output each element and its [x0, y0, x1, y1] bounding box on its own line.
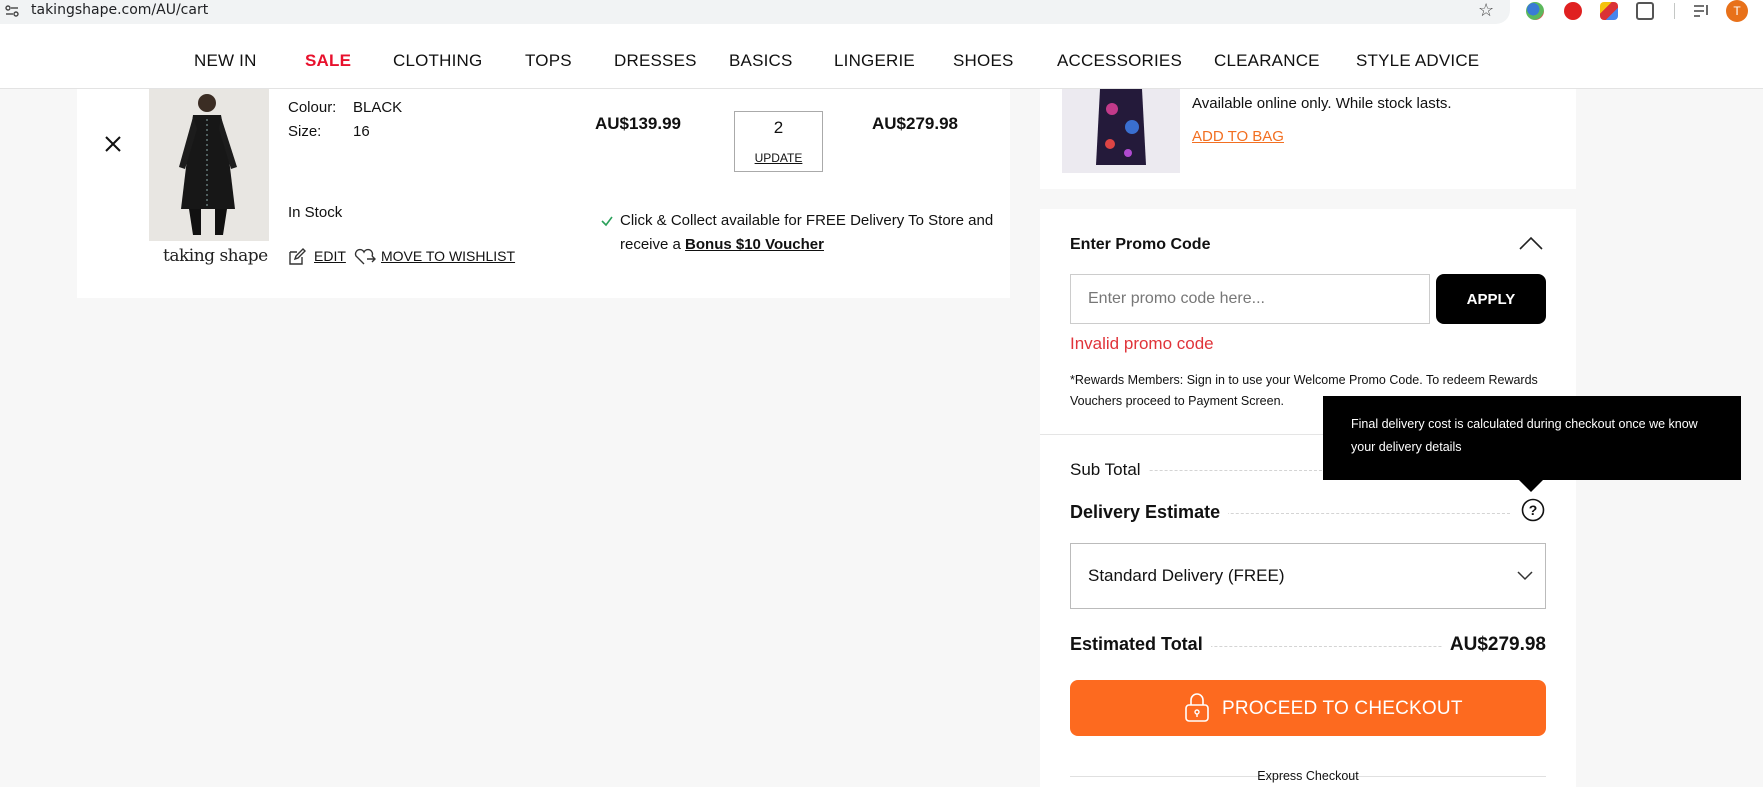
- site-info-icon[interactable]: [5, 4, 19, 18]
- url-text[interactable]: takingshape.com/AU/cart: [31, 2, 208, 18]
- nav-new-in[interactable]: NEW IN: [194, 51, 257, 71]
- estimated-total-label: Estimated Total: [1070, 634, 1211, 655]
- nav-clothing[interactable]: CLOTHING: [393, 51, 482, 71]
- bookmark-star-icon[interactable]: ☆: [1478, 0, 1494, 21]
- chevron-down-icon[interactable]: [1517, 571, 1533, 581]
- size-label: Size:: [288, 123, 322, 140]
- colour-value: BLACK: [353, 99, 403, 116]
- colour-label: Colour:: [288, 99, 337, 116]
- profile-avatar[interactable]: T: [1726, 0, 1748, 22]
- line-total: AU$279.98: [872, 114, 959, 133]
- nav-shoes[interactable]: SHOES: [953, 51, 1014, 71]
- edit-icon[interactable]: [288, 248, 306, 266]
- bonus-voucher-link[interactable]: Bonus $10 Voucher: [685, 236, 824, 253]
- remove-item-icon[interactable]: [103, 134, 123, 154]
- extension-colorful-icon[interactable]: [1600, 2, 1618, 20]
- nav-clearance[interactable]: CLEARANCE: [1214, 51, 1320, 71]
- help-question-icon[interactable]: ?: [1521, 498, 1545, 522]
- delivery-estimate-label: Delivery Estimate: [1070, 502, 1229, 523]
- promo-error-message: Invalid promo code: [1070, 334, 1214, 353]
- nav-sale[interactable]: SALE: [305, 51, 351, 71]
- click-collect-note: Click & Collect available for FREE Deliv…: [620, 209, 1000, 257]
- promo-title: Enter Promo Code: [1070, 236, 1211, 253]
- svg-text:?: ?: [1529, 502, 1538, 518]
- dress-photo: [149, 89, 269, 241]
- stock-status: In Stock: [288, 204, 343, 221]
- unit-price: AU$139.99: [595, 114, 682, 133]
- upsell-availability-note: Available online only. While stock lasts…: [1192, 95, 1452, 112]
- nav-accessories[interactable]: ACCESSORIES: [1057, 51, 1182, 71]
- heart-arrow-icon[interactable]: [354, 248, 376, 266]
- delivery-method-select[interactable]: Standard Delivery (FREE): [1070, 543, 1546, 609]
- add-to-bag-link[interactable]: ADD TO BAG: [1192, 128, 1284, 145]
- nav-style-advice[interactable]: STYLE ADVICE: [1356, 51, 1479, 71]
- edit-link[interactable]: EDIT: [314, 248, 346, 264]
- check-icon: [601, 216, 613, 227]
- reading-list-icon[interactable]: [1692, 2, 1710, 20]
- delivery-method-value[interactable]: Standard Delivery (FREE): [1088, 566, 1285, 586]
- bag-photo: [1062, 89, 1180, 173]
- tooltip-arrow: [1518, 479, 1544, 492]
- size-value: 16: [353, 123, 370, 140]
- brand-logo: taking shape: [163, 246, 268, 266]
- apply-button[interactable]: APPLY: [1436, 274, 1546, 324]
- nav-tops[interactable]: TOPS: [525, 51, 572, 71]
- extensions-puzzle-icon[interactable]: [1636, 2, 1654, 20]
- nav-lingerie[interactable]: LINGERIE: [834, 51, 915, 71]
- proceed-to-checkout-button[interactable]: PROCEED TO CHECKOUT: [1070, 680, 1546, 736]
- delivery-tooltip: Final delivery cost is calculated during…: [1323, 396, 1741, 480]
- upsell-product-image[interactable]: [1062, 89, 1180, 173]
- nav-basics[interactable]: BASICS: [729, 51, 793, 71]
- express-checkout-label: Express Checkout: [1257, 769, 1359, 783]
- address-bar[interactable]: takingshape.com/AU/cart ☆: [0, 0, 1510, 24]
- estimated-total-value: AU$279.98: [1441, 634, 1546, 656]
- lock-icon: [1185, 693, 1209, 722]
- update-quantity-link[interactable]: UPDATE: [735, 151, 822, 165]
- upsell-product: Available online only. While stock lasts…: [1040, 89, 1576, 189]
- promo-code-input[interactable]: [1070, 274, 1430, 324]
- subtotal-label: Sub Total: [1070, 460, 1149, 480]
- site-navigation: NEW IN SALE CLOTHING TOPS DRESSES BASICS…: [0, 33, 1763, 89]
- browser-toolbar: takingshape.com/AU/cart ☆ T: [0, 0, 1763, 33]
- cart-item: taking shape Colour: BLACK Size: 16 AU$1…: [77, 89, 1010, 298]
- quantity-field[interactable]: 2 UPDATE: [734, 111, 823, 172]
- move-to-wishlist-link[interactable]: MOVE TO WISHLIST: [381, 248, 515, 264]
- product-image[interactable]: [149, 89, 269, 241]
- order-summary: Enter Promo Code APPLY Invalid promo cod…: [1040, 209, 1576, 787]
- chevron-up-icon[interactable]: [1518, 235, 1544, 251]
- nav-dresses[interactable]: DRESSES: [614, 51, 697, 71]
- extension-red-icon[interactable]: [1564, 2, 1582, 20]
- extension-globe-icon[interactable]: [1526, 2, 1544, 20]
- quantity-value[interactable]: 2: [735, 118, 822, 138]
- toolbar-divider: [1674, 3, 1675, 19]
- checkout-label[interactable]: PROCEED TO CHECKOUT: [1222, 698, 1463, 720]
